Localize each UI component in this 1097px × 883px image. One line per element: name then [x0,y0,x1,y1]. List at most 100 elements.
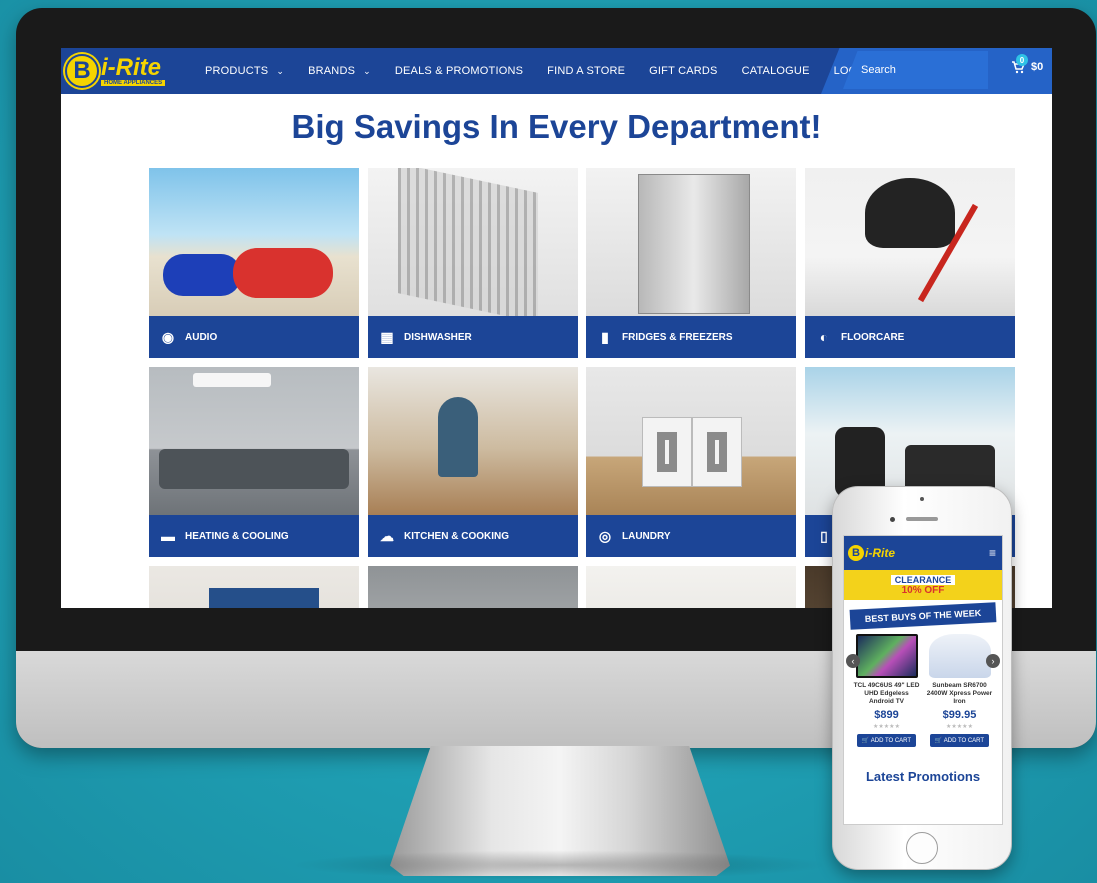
add-to-cart-label: ADD TO CART [870,738,912,744]
nav-find-store[interactable]: FIND A STORE [547,65,625,77]
washing-machine-icon: ◎ [598,527,612,544]
dishwasher-icon: ▦ [380,328,394,345]
nav-products-label: PRODUCTS [205,65,269,77]
fridge-icon: ▮ [601,328,609,345]
category-label-bar: ◉ AUDIO [149,316,359,358]
phone-speaker [906,517,938,521]
category-kitchen-cooking[interactable]: ☁ KITCHEN & COOKING [368,367,578,557]
category-image [149,367,359,515]
add-to-cart-label: ADD TO CART [943,738,985,744]
phone-home-button [906,832,938,864]
logo-text: i-Rite [101,54,161,81]
mobile-screen: B i-Rite ≡ CLEARANCE 10% OFF BEST BUYS O… [843,535,1003,825]
nav-products[interactable]: PRODUCTS ⌄ [205,65,284,77]
category-dishwasher[interactable]: ▦ DISHWASHER [368,168,578,358]
clearance-banner[interactable]: CLEARANCE 10% OFF [844,570,1002,600]
best-buys-heading: BEST BUYS OF THE WEEK [849,602,997,630]
nav-gift-cards[interactable]: GIFT CARDS [649,65,717,77]
category-label: FLOORCARE [841,331,905,343]
category-row3-2[interactable] [368,566,578,608]
product-name[interactable]: Sunbeam SR6700 2400W Xpress Power Iron [926,682,994,706]
nav-brands-label: BRANDS [308,65,356,77]
product-carousel: ‹ TCL 49C6US 49" LED UHD Edgeless Androi… [844,634,1002,747]
logo-subtitle: HOME APPLIANCES [101,80,166,86]
product-price: $99.95 [942,709,977,721]
nav-deals[interactable]: DEALS & PROMOTIONS [395,65,523,77]
category-label-bar: ☁ KITCHEN & COOKING [368,515,578,557]
category-label: HEATING & COOLING [185,530,289,542]
category-label-bar: ▮ FRIDGES & FREEZERS [586,316,796,358]
cart-button[interactable]: 0 $0 [1011,54,1044,74]
category-label: LAUNDRY [622,530,671,542]
category-fridges-freezers[interactable]: ▮ FRIDGES & FREEZERS [586,168,796,358]
site-logo[interactable]: B i-Rite HOME APPLIANCES [65,53,171,89]
category-image [368,566,578,608]
product-card: TCL 49C6US 49" LED UHD Edgeless Android … [853,634,921,747]
product-image-iron[interactable] [928,634,991,678]
banner-discount: 10% OFF [901,584,945,596]
product-name[interactable]: TCL 49C6US 49" LED UHD Edgeless Android … [853,682,921,706]
mobile-logo-text: i-Rite [865,546,895,560]
rating-stars-icon: ★★★★★ [873,724,900,730]
mobile-phone: B i-Rite ≡ CLEARANCE 10% OFF BEST BUYS O… [832,486,1012,870]
cart-icon: 🛒 [861,738,870,744]
category-label-bar: ◎ LAUNDRY [586,515,796,557]
nav-catalogue[interactable]: CATALOGUE [742,65,810,77]
category-image [586,367,796,515]
category-heating-cooling[interactable]: ▬ HEATING & COOLING [149,367,359,557]
category-audio[interactable]: ◉ AUDIO [149,168,359,358]
main-nav: PRODUCTS ⌄ BRANDS ⌄ DEALS & PROMOTIONS F… [205,48,893,94]
category-row3-3[interactable] [586,566,796,608]
cart-count-badge: 0 [1016,54,1028,66]
latest-promotions-heading: Latest Promotions [865,769,981,784]
category-label: KITCHEN & COOKING [404,530,509,542]
chevron-left-icon[interactable]: ‹ [846,654,860,668]
category-label-bar: ◐ FLOORCARE [805,316,1015,358]
rating-stars-icon: ★★★★★ [946,724,973,730]
stand-shadow [290,850,830,880]
mobile-header: B i-Rite ≡ [844,536,1002,570]
blender-icon: ▯ [820,527,828,544]
chef-hat-icon: ☁ [380,527,394,544]
chevron-down-icon: ⌄ [363,65,371,76]
phone-camera [920,497,924,501]
category-image [368,168,578,316]
category-label: AUDIO [185,331,218,343]
category-label-bar: ▬ HEATING & COOLING [149,515,359,557]
search-input[interactable]: Search [843,51,988,89]
nav-brands[interactable]: BRANDS ⌄ [308,65,371,77]
cart-icon: 0 [1011,54,1028,74]
add-to-cart-button[interactable]: 🛒 ADD TO CART [856,734,917,747]
category-label-bar: ▦ DISHWASHER [368,316,578,358]
category-image [805,168,1015,316]
chevron-down-icon: ⌄ [276,65,285,76]
add-to-cart-button[interactable]: 🛒 ADD TO CART [929,734,990,747]
category-label: FRIDGES & FREEZERS [622,331,733,343]
chevron-right-icon[interactable]: › [986,654,1000,668]
speaker-icon: ◉ [161,328,175,345]
logo-badge: B [65,54,99,88]
category-label: DISHWASHER [404,331,472,343]
category-tv[interactable] [149,566,359,608]
category-floorcare[interactable]: ◐ FLOORCARE [805,168,1015,358]
category-image [586,168,796,316]
cart-total: $0 [1031,61,1044,73]
product-image-tv[interactable] [855,634,918,678]
hamburger-menu-icon[interactable]: ≡ [989,546,996,560]
mobile-logo-badge[interactable]: B [848,545,864,561]
page-title: Big Savings In Every Department! [291,108,822,145]
category-laundry[interactable]: ◎ LAUNDRY [586,367,796,557]
category-image [149,566,359,608]
category-image [368,367,578,515]
logo-wordmark: i-Rite HOME APPLIANCES [101,54,166,86]
air-conditioner-icon: ▬ [161,528,175,544]
cart-icon: 🛒 [934,738,943,744]
category-image [586,566,796,608]
product-card: Sunbeam SR6700 2400W Xpress Power Iron $… [926,634,994,747]
vacuum-icon: ◐ [819,329,829,345]
phone-sensor [890,517,895,522]
category-image [149,168,359,316]
top-navbar: B i-Rite HOME APPLIANCES PRODUCTS ⌄ BRAN… [61,48,1052,94]
banner-headline: CLEARANCE [890,574,956,585]
product-price: $899 [874,709,899,721]
